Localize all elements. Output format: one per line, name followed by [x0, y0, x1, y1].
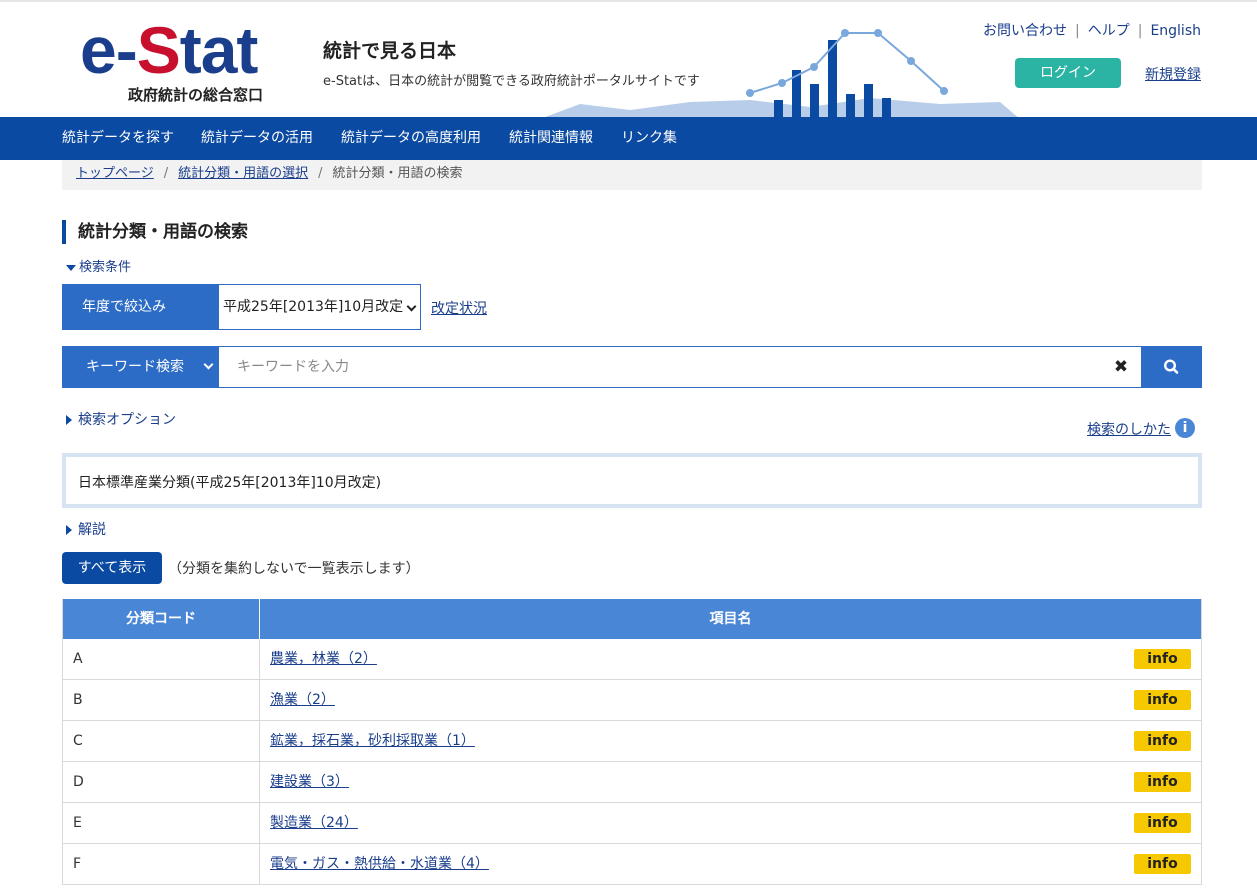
search-options-label: 検索オプション — [78, 412, 176, 428]
estat-logo[interactable]: e-Stat 政府統計の総合窓口 — [80, 14, 280, 110]
breadcrumb-separator: / — [163, 166, 169, 181]
table-row: A 農業，林業（2） info — [63, 639, 1201, 680]
info-circle-icon[interactable]: i — [1175, 418, 1195, 438]
info-button[interactable]: info — [1134, 731, 1191, 751]
row-code: A — [63, 639, 260, 679]
close-icon[interactable]: ✖ — [1112, 356, 1130, 378]
row-name-link[interactable]: 建設業（3） — [270, 774, 349, 790]
help-link[interactable]: ヘルプ — [1088, 23, 1130, 39]
breadcrumb: トップページ / 統計分類・用語の選択 / 統計分類・用語の検索 — [62, 160, 1202, 190]
info-button[interactable]: info — [1134, 813, 1191, 833]
year-filter-label: 年度で絞込み — [62, 284, 218, 330]
login-button[interactable]: ログイン — [1015, 58, 1121, 88]
caret-down-icon — [66, 264, 76, 271]
row-name-link[interactable]: 製造業（24） — [270, 815, 358, 831]
site-header: e-Stat 政府統計の総合窓口 統計で見る日本 e-Statは、日本の統計が閲… — [0, 2, 1257, 119]
classification-table: 分類コード 項目名 A 農業，林業（2） info B 漁業（2） info C… — [62, 599, 1202, 885]
info-button[interactable]: info — [1134, 854, 1191, 874]
how-to-search-link[interactable]: 検索のしかた — [1087, 419, 1171, 439]
show-all-button[interactable]: すべて表示 — [62, 552, 162, 584]
breadcrumb-current: 統計分類・用語の検索 — [332, 166, 463, 181]
logo-subtitle: 政府統計の総合窓口 — [128, 86, 264, 104]
commentary-toggle[interactable]: 解説 — [66, 519, 106, 539]
caret-right-icon — [66, 525, 72, 535]
logo-wordmark: e-Stat — [80, 13, 258, 87]
info-button[interactable]: info — [1134, 690, 1191, 710]
row-name-cell: 建設業（3） info — [260, 762, 1201, 802]
keyword-type-select[interactable]: キーワード検索 — [62, 346, 218, 388]
page-title: 統計分類・用語の検索 — [62, 220, 248, 244]
info-button[interactable]: info — [1134, 649, 1191, 669]
keyword-type-label: キーワード検索 — [86, 359, 184, 375]
row-name-link[interactable]: 電気・ガス・熱供給・水道業（4） — [270, 856, 489, 872]
nav-related-info[interactable]: 統計関連情報 — [509, 117, 593, 160]
search-conditions-label: 検索条件 — [79, 260, 132, 275]
search-button[interactable] — [1141, 346, 1202, 388]
header-decoration-graphic — [540, 29, 1020, 119]
table-row: D 建設業（3） info — [63, 762, 1201, 803]
classification-name-box: 日本標準産業分類(平成25年[2013年]10月改定) — [62, 453, 1202, 508]
contact-link[interactable]: お問い合わせ — [983, 23, 1067, 39]
row-name-cell: 電気・ガス・熱供給・水道業（4） info — [260, 844, 1201, 884]
site-title: 統計で見る日本 — [323, 40, 457, 62]
nav-find-data[interactable]: 統計データを探す — [62, 117, 174, 160]
breadcrumb-select[interactable]: 統計分類・用語の選択 — [178, 166, 308, 181]
table-row: C 鉱業，採石業，砂利採取業（1） info — [63, 721, 1201, 762]
row-name-link[interactable]: 鉱業，採石業，砂利採取業（1） — [270, 733, 475, 749]
keyword-input[interactable]: キーワードを入力 — [218, 346, 1142, 388]
year-selected-value: 平成25年[2013年]10月改定 — [223, 299, 404, 315]
year-select[interactable]: 平成25年[2013年]10月改定 — [218, 284, 421, 330]
breadcrumb-top[interactable]: トップページ — [76, 166, 154, 181]
show-all-note: （分類を集約しないで一覧表示します） — [168, 561, 420, 577]
classification-name: 日本標準産業分類(平成25年[2013年]10月改定) — [78, 475, 382, 491]
column-header-code: 分類コード — [63, 599, 260, 639]
commentary-label: 解説 — [78, 522, 106, 538]
column-header-name: 項目名 — [709, 611, 752, 627]
search-conditions-toggle[interactable]: 検索条件 — [66, 256, 131, 275]
separator: | — [1137, 23, 1143, 39]
nav-advanced-use[interactable]: 統計データの高度利用 — [341, 117, 481, 160]
row-code: B — [63, 680, 260, 720]
table-row: B 漁業（2） info — [63, 680, 1201, 721]
english-link[interactable]: English — [1150, 23, 1201, 39]
search-options-toggle[interactable]: 検索オプション — [66, 409, 176, 429]
table-row: F 電気・ガス・熱供給・水道業（4） info — [63, 844, 1201, 885]
register-link[interactable]: 新規登録 — [1145, 64, 1201, 84]
table-row: E 製造業（24） info — [63, 803, 1201, 844]
row-name-cell: 農業，林業（2） info — [260, 639, 1201, 679]
row-name-cell: 鉱業，採石業，砂利採取業（1） info — [260, 721, 1201, 761]
row-name-cell: 製造業（24） info — [260, 803, 1201, 843]
breadcrumb-separator: / — [318, 166, 323, 181]
row-code: F — [63, 844, 260, 884]
search-icon — [1164, 359, 1179, 374]
separator: | — [1075, 23, 1080, 39]
info-button[interactable]: info — [1134, 772, 1191, 792]
revision-status-link[interactable]: 改定状況 — [431, 298, 487, 318]
chevron-down-icon — [203, 359, 214, 370]
row-code: D — [63, 762, 260, 802]
row-name-link[interactable]: 漁業（2） — [270, 692, 335, 708]
row-name-link[interactable]: 農業，林業（2） — [270, 651, 377, 667]
nav-use-data[interactable]: 統計データの活用 — [201, 117, 313, 160]
row-code: E — [63, 803, 260, 843]
row-name-cell: 漁業（2） info — [260, 680, 1201, 720]
chevron-down-icon — [406, 301, 417, 312]
nav-links[interactable]: リンク集 — [621, 117, 677, 160]
caret-right-icon — [66, 415, 72, 425]
utility-links: お問い合わせ | ヘルプ | English — [983, 20, 1201, 40]
row-code: C — [63, 721, 260, 761]
table-header: 分類コード 項目名 — [63, 599, 1201, 639]
main-nav: 統計データを探す 統計データの活用 統計データの高度利用 統計関連情報 リンク集 — [0, 117, 1257, 160]
